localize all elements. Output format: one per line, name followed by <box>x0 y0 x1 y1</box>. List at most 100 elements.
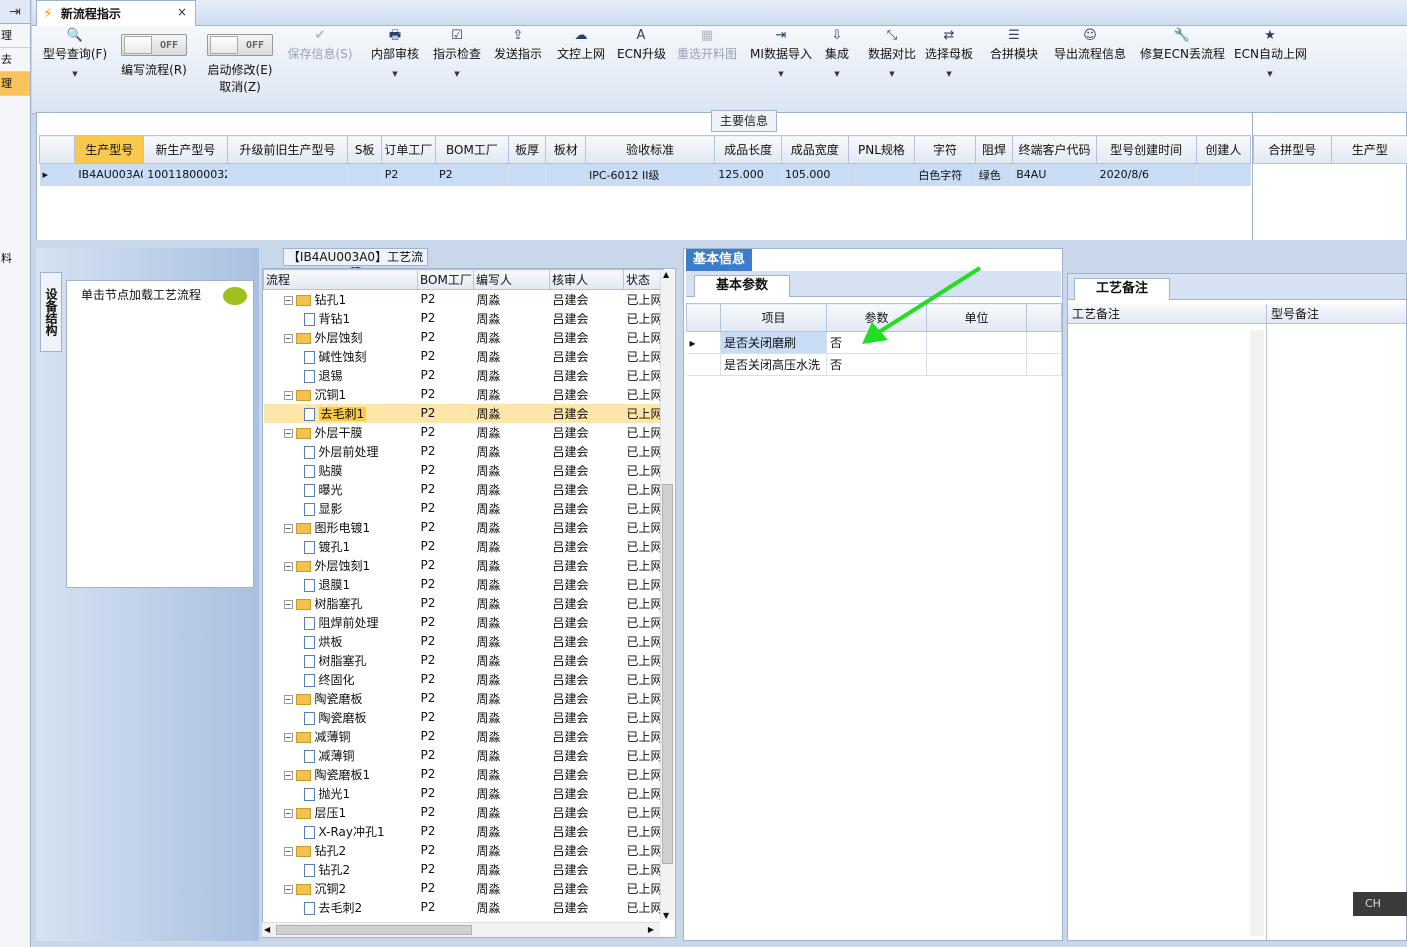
tree-node-name-cell[interactable]: − 图形电镀1 <box>264 518 418 537</box>
toggle-knob[interactable] <box>124 36 152 54</box>
left-nav-item[interactable]: 理 <box>0 24 30 48</box>
tree-node-name-cell[interactable]: 碱性蚀刻 <box>264 347 418 366</box>
tree-node-name-cell[interactable]: 陶瓷磨板 <box>264 708 418 727</box>
tree-node-name-cell[interactable]: − 沉铜1 <box>264 385 418 404</box>
table-row[interactable]: ▸IB4AU003A010011800003203 P2P2 IPC-6012 II… <box>39 163 1252 186</box>
tree-node-name-cell[interactable]: 镀孔1 <box>264 537 418 556</box>
tree-node[interactable]: 显影 P2 周淼 吕建会 已上网 <box>264 499 664 518</box>
chevron-down-icon[interactable]: ▼ <box>40 70 110 78</box>
tree-node[interactable]: − 外层蚀刻1 P2 周淼 吕建会 已上网 <box>264 556 664 575</box>
login-icon[interactable]: ⇥ <box>0 0 30 24</box>
table-cell[interactable]: IPC-6012 II级 <box>585 163 716 186</box>
tab-basic-params[interactable]: 基本参数 <box>694 275 790 297</box>
tree-node[interactable]: 外层前处理 P2 周淼 吕建会 已上网 <box>264 442 664 461</box>
tree-node-name-cell[interactable]: 背钻1 <box>264 309 418 328</box>
tree-vertical-scrollbar[interactable]: ▲ ▼ <box>660 270 674 920</box>
ribbon-button[interactable]: ⤡ 数据对比 ▼ <box>864 28 920 78</box>
ribbon-button[interactable]: ☰ 合拼模块 <box>988 28 1040 64</box>
tree-node-name-cell[interactable]: 抛光1 <box>264 784 418 803</box>
close-icon[interactable]: × <box>177 5 187 19</box>
ribbon-button[interactable]: ★ ECN自动上网 ▼ <box>1234 28 1307 78</box>
hscroll-thumb[interactable] <box>276 925 472 935</box>
tab-new-process[interactable]: ⚡ 新流程指示 × <box>36 0 196 26</box>
collapse-icon[interactable]: − <box>283 808 293 818</box>
table-cell[interactable]: 105.000 <box>781 163 849 186</box>
ribbon-button[interactable]: ▦ 重选开料图 <box>674 28 740 64</box>
notes-scrollbar[interactable] <box>1250 330 1264 936</box>
column-header[interactable]: 阻焊 <box>974 135 1014 164</box>
table-cell[interactable] <box>545 163 587 186</box>
tree-node[interactable]: 退膜1 P2 周淼 吕建会 已上网 <box>264 575 664 594</box>
tree-node[interactable]: 去毛刺2 P2 周淼 吕建会 已上网 <box>264 898 664 917</box>
collapse-icon[interactable]: − <box>283 428 293 438</box>
chevron-down-icon[interactable]: ▼ <box>822 70 852 78</box>
column-header[interactable]: 成品长度 <box>714 135 782 164</box>
tree-horizontal-scrollbar[interactable]: ◀ ▶ <box>262 922 660 937</box>
tree-node[interactable]: 树脂塞孔 P2 周淼 吕建会 已上网 <box>264 651 664 670</box>
table-cell[interactable]: 10011800003203 <box>143 163 228 186</box>
ribbon-button[interactable]: ☁ 文控上网 <box>554 28 608 64</box>
tree-node-name-cell[interactable]: − 减薄铜 <box>264 727 418 746</box>
table-cell[interactable] <box>508 163 547 186</box>
tab-equipment-structure[interactable]: 设备结构 <box>40 272 62 352</box>
ribbon-button[interactable]: 🔍 型号查询(F) ▼ <box>40 28 110 78</box>
toggle-switch[interactable]: OFF 启动修改(E) 取消(Z) <box>202 34 278 96</box>
column-header[interactable]: 板厚 <box>507 135 547 164</box>
param-row[interactable]: 是否关闭高压水洗否 <box>686 353 1062 376</box>
param-column-header[interactable]: 项目 <box>720 303 827 332</box>
collapse-icon[interactable]: − <box>283 732 293 742</box>
collapse-icon[interactable]: − <box>283 561 293 571</box>
ribbon-button[interactable]: ⇄ 选择母板 ▼ <box>924 28 974 78</box>
equipment-list[interactable]: 单击节点加载工艺流程 <box>66 280 254 588</box>
table-cell[interactable]: 2020/8/6 <box>1096 163 1197 186</box>
tree-node[interactable]: − 外层蚀刻 P2 周淼 吕建会 已上网 <box>264 328 664 347</box>
tree-node-name-cell[interactable]: − 钻孔2 <box>264 841 418 860</box>
collapse-icon[interactable]: − <box>283 523 293 533</box>
tree-node-name-cell[interactable]: 显影 <box>264 499 418 518</box>
tree-node[interactable]: − 减薄铜 P2 周淼 吕建会 已上网 <box>264 727 664 746</box>
ime-indicator[interactable]: CH <box>1353 892 1407 916</box>
process-tree[interactable]: 流程 BOM工厂 编写人 核审人 状态 − 钻孔1 P2 周淼 吕建会 已上网 背钻1 P2 周淼 吕建会已… <box>262 268 676 938</box>
table-cell[interactable]: IB4AU003A0 <box>74 163 145 186</box>
collapse-icon[interactable]: − <box>283 333 293 343</box>
tree-node[interactable]: − 陶瓷磨板1 P2 周淼 吕建会 已上网 <box>264 765 664 784</box>
param-item-cell[interactable]: 是否关闭磨刷 <box>720 331 827 354</box>
column-header[interactable]: 板材 <box>545 135 587 164</box>
tree-node-name-cell[interactable]: − 沉铜2 <box>264 879 418 898</box>
scroll-down-icon[interactable]: ▼ <box>663 911 669 920</box>
tree-column-header[interactable]: 状态 <box>623 269 664 290</box>
tree-node[interactable]: − 陶瓷磨板 P2 周淼 吕建会 已上网 <box>264 689 664 708</box>
tree-node-name-cell[interactable]: 去毛刺2 <box>264 898 418 917</box>
param-item-cell[interactable]: 是否关闭高压水洗 <box>720 353 827 376</box>
param-value-cell[interactable]: 否 <box>826 353 927 376</box>
tree-node[interactable]: 镀孔1 P2 周淼 吕建会 已上网 <box>264 537 664 556</box>
tree-node[interactable]: X-Ray冲孔1 P2 周淼 吕建会 已上网 <box>264 822 664 841</box>
scroll-right-icon[interactable]: ▶ <box>648 925 654 934</box>
tree-node-name-cell[interactable]: 烘板 <box>264 632 418 651</box>
scroll-left-icon[interactable]: ◀ <box>264 925 270 934</box>
chevron-down-icon[interactable]: ▼ <box>864 70 920 78</box>
tree-node-name-cell[interactable]: 外层前处理 <box>264 442 418 461</box>
tree-node-name-cell[interactable]: − 陶瓷磨板 <box>264 689 418 708</box>
column-header[interactable]: 新生产型号 <box>143 135 228 164</box>
tree-node[interactable]: − 沉铜2 P2 周淼 吕建会 已上网 <box>264 879 664 898</box>
table-cell[interactable]: P2 <box>381 163 436 186</box>
tree-node-name-cell[interactable]: 去毛刺1 <box>263 403 418 423</box>
tree-node-name-cell[interactable]: 曝光 <box>264 480 418 499</box>
tree-node[interactable]: 抛光1 P2 周淼 吕建会 已上网 <box>264 784 664 803</box>
tree-node-name-cell[interactable]: − 外层蚀刻1 <box>264 556 418 575</box>
column-header[interactable]: 生产型号 <box>74 135 145 164</box>
column-header[interactable]: 字符 <box>914 135 976 164</box>
column-header[interactable]: 型号创建时间 <box>1095 135 1197 164</box>
scroll-up-icon[interactable]: ▲ <box>663 270 669 279</box>
tree-node-name-cell[interactable]: − 树脂塞孔 <box>264 594 418 613</box>
column-header[interactable]: 成品宽度 <box>780 135 849 164</box>
scroll-thumb[interactable] <box>662 484 673 864</box>
table-cell[interactable] <box>1196 163 1252 186</box>
column-header[interactable]: PNL规格 <box>847 135 916 164</box>
tree-node[interactable]: 背钻1 P2 周淼 吕建会 已上网 <box>264 309 664 328</box>
collapse-icon[interactable]: − <box>283 390 293 400</box>
tree-node-name-cell[interactable]: 树脂塞孔 <box>264 651 418 670</box>
table-cell[interactable] <box>227 163 349 186</box>
tree-node[interactable]: − 层压1 P2 周淼 吕建会 已上网 <box>264 803 664 822</box>
